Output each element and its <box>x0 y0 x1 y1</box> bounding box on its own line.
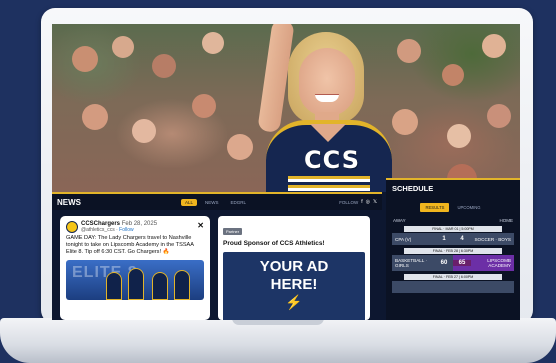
crowd-person <box>482 34 506 58</box>
cheerleader-face <box>299 48 355 116</box>
tweet-text: GAME DAY: The Lady Chargers travel to Na… <box>66 235 194 256</box>
crowd-person <box>447 124 471 148</box>
tab-upcoming[interactable]: UPCOMING <box>452 203 485 212</box>
home-score: 4 <box>460 236 464 242</box>
crowd-person <box>397 39 421 63</box>
player-figure <box>106 271 122 300</box>
crowd-person <box>82 104 108 130</box>
uniform-neckline <box>310 124 346 144</box>
game-row: CPA (V) 1 4 SOCCER · BOYS <box>392 233 514 245</box>
crowd-person <box>132 119 156 143</box>
crowd-person <box>152 54 176 78</box>
crowd-person <box>192 94 216 118</box>
away-score: 1 <box>442 236 446 242</box>
tab-news[interactable]: NEWS <box>201 199 223 206</box>
crowd-person <box>392 109 418 135</box>
follow-label: FOLLOW <box>339 199 359 205</box>
content-band: NEWS ALL NEWS EDGRL FOLLOW f ◎ 𝕏 CCSChar… <box>52 178 520 320</box>
schedule-columns: AWAY HOME <box>386 218 520 223</box>
tweet-handle: @athletics_ccs <box>81 227 115 233</box>
game-item[interactable]: FINAL · MAR 01 | 5:00PM CPA (V) 1 4 SOCC… <box>392 226 514 245</box>
tweet-handle-line: @athletics_ccs · Follow <box>81 227 134 233</box>
tab-results[interactable]: RESULTS <box>420 203 450 212</box>
tweet-card[interactable]: CCSChargers Feb 28, 2025 @athletics_ccs … <box>60 216 210 320</box>
news-tabs: ALL NEWS EDGRL <box>181 198 251 206</box>
ad-card[interactable]: Partner Proud Sponsor of CCS Athletics! … <box>218 216 370 320</box>
game-status: FINAL · FEB 27 | 6:00PM <box>404 274 502 280</box>
x-icon[interactable]: 𝕏 <box>373 199 377 205</box>
uniform-stripes <box>288 176 370 192</box>
away-score: 60 <box>440 260 448 266</box>
lightning-bolt-icon: ⚡ <box>285 294 303 310</box>
follow-group: FOLLOW f ◎ 𝕏 <box>339 199 377 205</box>
game-row <box>392 281 514 293</box>
crowd-person <box>202 32 224 54</box>
hero-photo: CCS <box>52 24 520 196</box>
crowd-person <box>72 46 98 72</box>
player-figure <box>128 267 144 300</box>
crowd-person <box>487 104 511 128</box>
x-logo-icon: ✕ <box>197 221 204 230</box>
tweet-image[interactable]: ELITE 8 <box>66 259 204 300</box>
crowd-person <box>112 36 134 58</box>
player-figure <box>152 271 168 300</box>
crowd-person <box>442 64 464 86</box>
facebook-icon[interactable]: f <box>361 199 362 205</box>
follow-link[interactable]: Follow <box>119 227 133 233</box>
sponsor-heading: Proud Sponsor of CCS Athletics! <box>223 240 325 247</box>
game-status: FINAL · FEB 28 | 6:30PM <box>404 248 502 254</box>
game-row: BASKETBALL · GIRLS 60 65 LIPSCOMB ACADEM… <box>392 255 514 271</box>
laptop-screen: CCS NEWS ALL NEWS EDGRL FOLLOW f ◎ 𝕏 CCS… <box>52 24 520 320</box>
tab-edgrl[interactable]: EDGRL <box>227 199 251 206</box>
home-score: 65 <box>453 260 471 266</box>
ad-banner[interactable]: YOUR AD HERE! ⚡ <box>223 252 365 320</box>
crowd-person <box>227 134 253 160</box>
avatar <box>66 221 78 233</box>
home-team: LIPSCOMB ACADEMY <box>487 258 511 268</box>
jersey-logo: CCS <box>304 146 360 174</box>
news-header: NEWS ALL NEWS EDGRL FOLLOW f ◎ 𝕏 <box>52 192 382 210</box>
away-team: BASKETBALL · GIRLS <box>395 258 427 268</box>
player-figure <box>174 269 190 300</box>
instagram-icon[interactable]: ◎ <box>366 199 370 205</box>
schedule-title: SCHEDULE <box>392 184 434 193</box>
home-team: SOCCER · BOYS <box>474 236 511 242</box>
game-item[interactable]: FINAL · FEB 28 | 6:30PM BASKETBALL · GIR… <box>392 248 514 271</box>
ad-line-2: HERE! <box>270 276 318 293</box>
schedule-panel: SCHEDULE RESULTS UPCOMING AWAY HOME FINA… <box>386 178 520 320</box>
game-item[interactable]: FINAL · FEB 27 | 6:00PM <box>392 274 514 293</box>
game-status: FINAL · MAR 01 | 5:00PM <box>404 226 502 232</box>
ad-line-1: YOUR AD <box>259 258 329 275</box>
news-title: NEWS <box>57 197 81 207</box>
col-away: AWAY <box>393 218 406 223</box>
partner-badge: Partner <box>223 228 243 235</box>
away-team: CPA (V) <box>395 236 412 242</box>
col-home: HOME <box>499 218 514 223</box>
schedule-tabs: RESULTS UPCOMING <box>386 203 520 212</box>
tab-all[interactable]: ALL <box>181 198 198 206</box>
